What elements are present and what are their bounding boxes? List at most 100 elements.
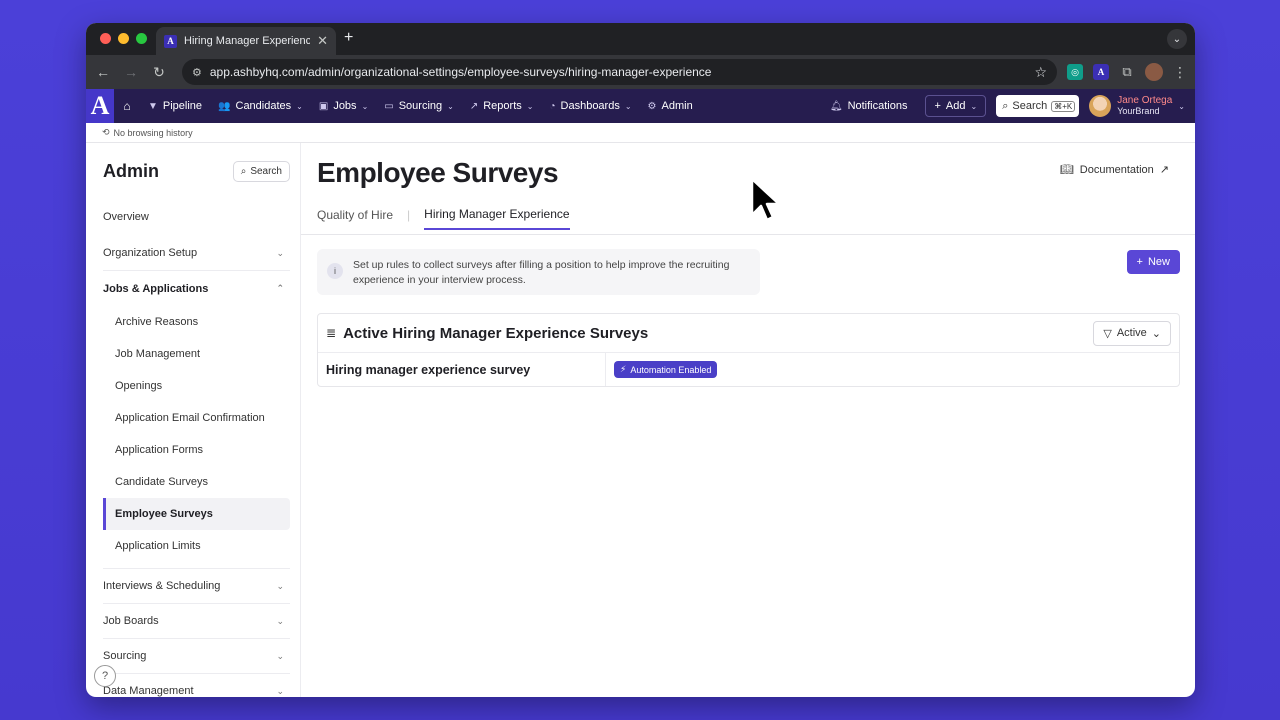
- user-info: Jane Ortega YourBrand: [1117, 95, 1172, 117]
- tab-quality-of-hire[interactable]: Quality of Hire: [317, 208, 393, 229]
- sidebar-subitem-job-management[interactable]: Job Management: [103, 338, 290, 370]
- mouse-cursor-icon: [750, 177, 780, 222]
- add-button[interactable]: + Add ⌄: [925, 95, 987, 117]
- main-panel: Employee Surveys 📖︎ Documentation ↗ Qual…: [301, 143, 1195, 697]
- close-icon[interactable]: ✕: [317, 33, 328, 49]
- nav-label: Dashboards: [560, 100, 620, 112]
- app-navigation: A ⌂ ▼ Pipeline 👥 Candidates ⌄ ▣ Jobs ⌄ ▭…: [86, 89, 1195, 123]
- book-icon: 📖︎: [1059, 164, 1074, 176]
- site-settings-icon[interactable]: ⚙: [192, 66, 202, 79]
- external-link-icon: ↗: [1159, 164, 1169, 176]
- profile-avatar-icon[interactable]: [1145, 63, 1163, 81]
- survey-name[interactable]: Hiring manager experience survey: [318, 353, 606, 386]
- chevron-down-icon: ⌄: [1151, 327, 1161, 340]
- nav-dashboards[interactable]: ◔ Dashboards ⌄: [541, 100, 639, 112]
- more-menu-icon[interactable]: ⋮: [1173, 64, 1187, 81]
- minimize-window-button[interactable]: [118, 33, 129, 44]
- page-title: Employee Surveys: [317, 157, 559, 188]
- sidebar-subitem-application-limits[interactable]: Application Limits: [103, 530, 290, 562]
- extension-teal-icon[interactable]: ◎: [1067, 64, 1083, 80]
- tabs-divider-line: [301, 234, 1195, 235]
- chevron-down-icon: ⌄: [276, 247, 284, 258]
- chevron-down-icon: ⌄: [526, 101, 534, 111]
- badge-label: Automation Enabled: [630, 364, 712, 375]
- nav-pipeline[interactable]: ▼ Pipeline: [140, 100, 210, 112]
- nav-candidates[interactable]: 👥 Candidates ⌄: [210, 100, 311, 112]
- extensions-puzzle-icon[interactable]: ⧉: [1119, 64, 1135, 80]
- ashby-favicon-icon: A: [164, 34, 177, 48]
- sidebar-item-organization-setup[interactable]: Organization Setup ⌄: [103, 236, 290, 271]
- chevron-down-icon: ⌄: [1178, 101, 1185, 111]
- sidebar-subitem-application-email-confirmation[interactable]: Application Email Confirmation: [103, 402, 290, 434]
- browser-toolbar: ← → ↻ ⚙ app.ashbyhq.com/admin/organizati…: [86, 55, 1195, 89]
- page-content: Admin ⌕ Search Overview Organization Set…: [86, 143, 1195, 697]
- sidebar-item-interviews-scheduling[interactable]: Interviews & Scheduling ⌄: [103, 569, 290, 604]
- nav-admin[interactable]: ⚙ Admin: [640, 100, 701, 112]
- notifications-label: Notifications: [847, 100, 908, 112]
- sidebar-subitem-openings[interactable]: Openings: [103, 370, 290, 402]
- plus-icon: +: [1136, 256, 1143, 268]
- new-tab-icon[interactable]: +: [344, 29, 353, 47]
- search-label: Search: [1012, 100, 1048, 112]
- chevron-down-icon: ⌄: [296, 101, 303, 111]
- sidebar-item-data-management[interactable]: Data Management ⌄: [103, 674, 290, 697]
- chevron-down-icon: ⌄: [276, 615, 284, 626]
- ashby-logo[interactable]: A: [86, 89, 114, 123]
- maximize-window-button[interactable]: [136, 33, 147, 44]
- nav-label: Admin: [661, 100, 693, 112]
- tab-hiring-manager-experience[interactable]: Hiring Manager Experience: [424, 207, 570, 230]
- global-search-button[interactable]: ⌕ Search ⌘+K: [996, 95, 1080, 117]
- nav-sourcing[interactable]: ▭ Sourcing ⌄: [376, 100, 462, 112]
- user-menu[interactable]: Jane Ortega YourBrand ⌄: [1089, 95, 1185, 117]
- back-arrow-icon[interactable]: ←: [94, 64, 112, 80]
- active-filter-dropdown[interactable]: ▽ Active ⌄: [1093, 320, 1171, 346]
- nav-label: Candidates: [235, 100, 292, 112]
- new-survey-button[interactable]: + New: [1126, 250, 1180, 274]
- sidebar-item-sourcing[interactable]: Sourcing ⌄: [103, 639, 290, 674]
- nav-jobs[interactable]: ▣ Jobs ⌄: [311, 100, 376, 112]
- history-icon: ⟲: [102, 127, 110, 137]
- briefcase-icon: ▣: [318, 100, 329, 112]
- browser-tab[interactable]: A Hiring Manager Experience S ✕: [156, 27, 336, 55]
- sidebar-item-overview[interactable]: Overview: [103, 202, 290, 232]
- inbox-icon: ▭: [384, 100, 394, 112]
- bookmark-star-icon[interactable]: ☆: [1034, 64, 1047, 81]
- search-icon: ⌕: [1002, 99, 1009, 112]
- address-bar[interactable]: ⚙ app.ashbyhq.com/admin/organizational-s…: [182, 59, 1057, 85]
- user-org: YourBrand: [1117, 106, 1160, 116]
- lightning-icon: ⚡︎: [620, 364, 627, 374]
- sidebar-subitem-archive-reasons[interactable]: Archive Reasons: [103, 306, 290, 338]
- table-row[interactable]: Hiring manager experience survey ⚡︎ Auto…: [318, 353, 1179, 386]
- chevron-down-icon[interactable]: ⌄: [1167, 29, 1187, 49]
- sidebar-item-label: Jobs & Applications: [103, 282, 209, 295]
- search-icon: ⌕: [240, 166, 247, 177]
- history-text: No browsing history: [113, 127, 193, 138]
- reload-icon[interactable]: ↻: [150, 64, 168, 81]
- sidebar-search-button[interactable]: ⌕ Search: [232, 161, 290, 182]
- extension-ashby-icon[interactable]: A: [1093, 64, 1109, 80]
- documentation-link[interactable]: 📖︎ Documentation ↗: [1059, 163, 1169, 177]
- sidebar-subitem-application-forms[interactable]: Application Forms: [103, 434, 290, 466]
- sidebar-subitem-candidate-surveys[interactable]: Candidate Surveys: [103, 466, 290, 498]
- nav-label: Reports: [483, 100, 522, 112]
- new-label: New: [1147, 256, 1170, 268]
- help-button[interactable]: ?: [94, 665, 116, 687]
- nav-reports[interactable]: ↗ Reports ⌄: [462, 100, 542, 112]
- active-surveys-panel: ≣ Active Hiring Manager Experience Surve…: [317, 313, 1180, 387]
- list-icon: ≣: [326, 326, 337, 340]
- avatar: [1089, 95, 1112, 117]
- forward-arrow-icon[interactable]: →: [122, 64, 140, 80]
- home-icon[interactable]: ⌂: [114, 99, 140, 113]
- url-text[interactable]: app.ashbyhq.com/admin/organizational-set…: [210, 65, 1027, 79]
- add-label: Add: [945, 100, 966, 112]
- window-controls: [100, 33, 147, 44]
- sidebar-item-job-boards[interactable]: Job Boards ⌄: [103, 604, 290, 639]
- gear-icon: ⚙: [647, 100, 657, 112]
- sidebar-subgroup: Archive Reasons Job Management Openings …: [103, 306, 290, 569]
- nav-label: Pipeline: [162, 100, 203, 112]
- close-window-button[interactable]: [100, 33, 111, 44]
- sidebar-item-jobs-applications[interactable]: Jobs & Applications ⌃: [103, 271, 290, 306]
- sidebar-subitem-employee-surveys[interactable]: Employee Surveys: [103, 498, 290, 530]
- chevron-down-icon: ⌄: [361, 101, 369, 111]
- notifications-button[interactable]: 🔔︎ Notifications: [822, 100, 916, 112]
